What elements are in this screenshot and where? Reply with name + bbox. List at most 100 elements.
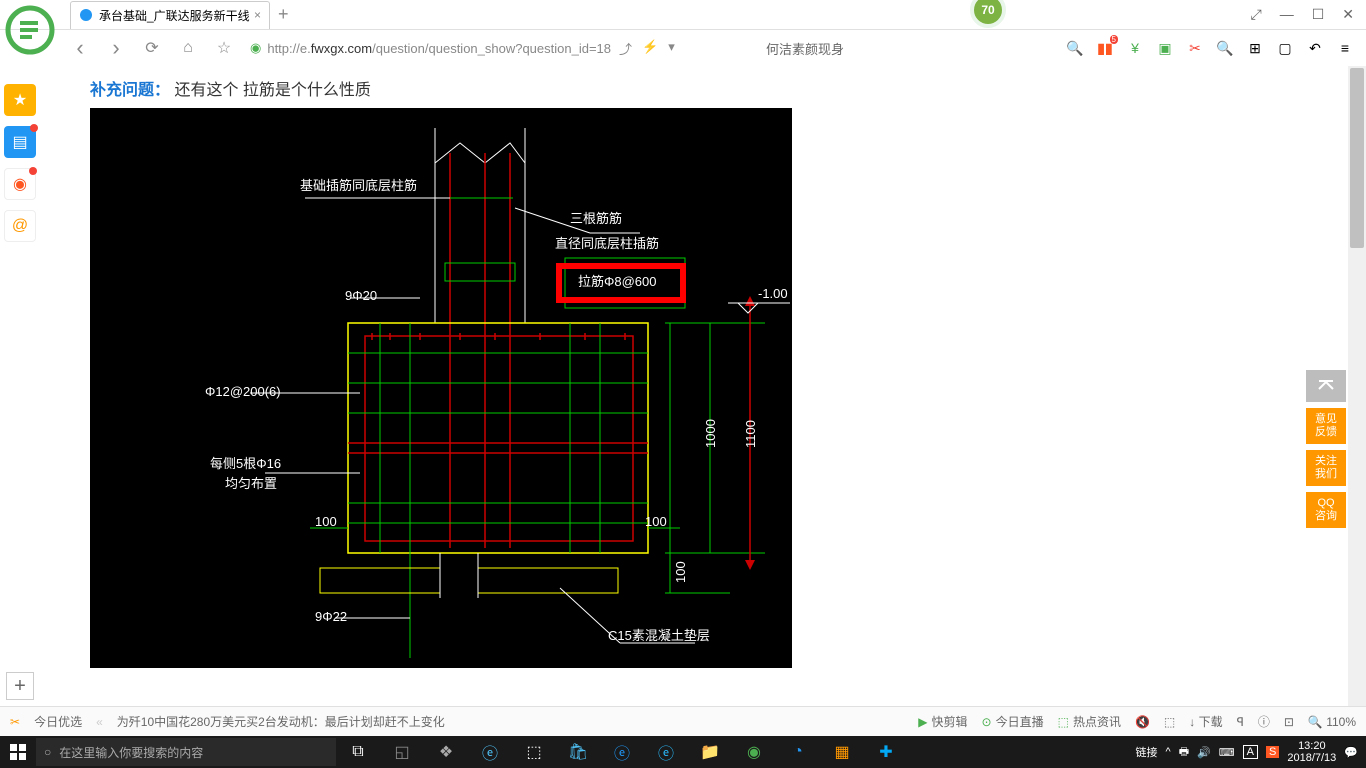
tray-keyboard-icon[interactable]: ⌨ [1219, 746, 1235, 759]
tray-clock[interactable]: 13:20 2018/7/13 [1287, 740, 1336, 764]
app9-icon[interactable]: ◔ [776, 736, 820, 768]
tray-ime-s-icon[interactable]: S [1266, 746, 1279, 758]
start-button[interactable] [0, 736, 36, 768]
ext2-icon[interactable]: ¥ [1126, 39, 1144, 57]
ie-icon[interactable]: ⓔ [644, 736, 688, 768]
ext8-icon[interactable]: ↶ [1306, 39, 1324, 57]
search-suggestion[interactable]: 何洁素颜现身 [766, 39, 844, 58]
cad-label-2: 三根筋筋 [570, 211, 622, 226]
ext7-icon[interactable]: ▢ [1276, 39, 1294, 57]
edge2-icon[interactable]: ⓔ [600, 736, 644, 768]
qq-button[interactable]: QQ 咨询 [1306, 492, 1346, 528]
tray-volume-icon[interactable]: 🔊 [1197, 746, 1211, 759]
forward-button[interactable]: › [106, 38, 126, 58]
edge-icon[interactable]: ⓔ [468, 736, 512, 768]
tray-ime-a-icon[interactable]: A [1243, 745, 1258, 759]
pip-icon[interactable]: ꟼ [1237, 715, 1244, 729]
tray-chevron-icon[interactable]: ^ [1166, 746, 1171, 758]
cad-dim-100r: 100 [645, 514, 667, 529]
question-label: 补充问题： [90, 82, 170, 99]
reload-button[interactable]: ⟳ [142, 38, 162, 58]
search-icon[interactable]: 🔍 [1066, 39, 1084, 57]
hotnews-link[interactable]: ⬚热点资讯 [1058, 713, 1121, 730]
app1-icon[interactable]: ◱ [380, 736, 424, 768]
clip-icon[interactable]: ✂ [10, 715, 20, 729]
scroll-top-button[interactable] [1306, 370, 1346, 402]
zoom-level[interactable]: 🔍 110% [1308, 715, 1356, 729]
cad-label-3: 直径同底层柱插筋 [555, 236, 659, 251]
browser-logo[interactable] [0, 0, 60, 60]
tab-favicon-icon [79, 8, 93, 22]
fav-icon[interactable]: ⬚ [1164, 715, 1175, 729]
news-ticker[interactable]: 为歼10中国花280万美元买2台发动机：最后计划却赶不上变化 [117, 713, 445, 730]
dropdown-icon[interactable]: ▾ [668, 39, 675, 58]
today-picks[interactable]: 今日优选 [34, 713, 82, 730]
cad-label-6: Φ12@200(6) [205, 384, 281, 399]
tray-link-text[interactable]: 链接 [1136, 744, 1158, 760]
live-link[interactable]: ⊙今日直播 [982, 713, 1044, 730]
window-minimize-icon[interactable]: — [1280, 6, 1294, 23]
back-button[interactable]: ‹ [70, 38, 90, 58]
taskbar: ○ 在这里输入你要搜索的内容 ⧉ ◱ ❖ ⓔ ⬚ 🛍 ⓔ ⓔ 📁 ◉ ◔ ▦ ✚… [0, 736, 1366, 768]
url-prefix: http://e. [267, 41, 310, 56]
score-badge[interactable]: 70 [970, 0, 1006, 28]
add-panel-button[interactable]: + [6, 672, 34, 700]
share-icon[interactable]: ⤴ [619, 39, 632, 58]
menu-icon[interactable]: ≡ [1336, 39, 1354, 57]
titlebar: 承台基础_广联达服务新干线 × + 70 ⤢ — ☐ ✕ [0, 0, 1366, 30]
url-input[interactable]: ◉ http://e.fwxgx.com/question/question_s… [250, 39, 710, 58]
store-icon[interactable]: 🛍 [556, 736, 600, 768]
scrollbar-thumb[interactable] [1350, 68, 1364, 248]
app10-icon[interactable]: ▦ [820, 736, 864, 768]
window-icon[interactable]: ⊡ [1284, 715, 1294, 729]
cad-dim-100b: 100 [673, 561, 688, 583]
app4-icon[interactable]: ⬚ [512, 736, 556, 768]
cad-label-7: 每侧5根Φ16 [210, 456, 281, 471]
window-pin-icon[interactable]: ⤢ [1251, 6, 1262, 23]
ext6-icon[interactable]: ⊞ [1246, 39, 1264, 57]
taskbar-search[interactable]: ○ 在这里输入你要搜索的内容 [36, 738, 336, 766]
addressbar: ‹ › ⟳ ⌂ ☆ ◉ http://e.fwxgx.com/question/… [0, 30, 1366, 66]
tab-close-icon[interactable]: × [254, 8, 261, 22]
cad-dim-100l: 100 [315, 514, 337, 529]
cad-dim-1000: 1000 [703, 419, 718, 448]
download-link[interactable]: ↓ 下载 [1189, 713, 1222, 730]
ext1-icon[interactable]: ▮▮5 [1096, 39, 1114, 57]
search-placeholder: 在这里输入你要搜索的内容 [59, 744, 203, 761]
mute-icon[interactable]: 🔇 [1135, 715, 1150, 729]
news-icon[interactable]: ▤ [4, 126, 36, 158]
flash-icon[interactable]: ⚡ [642, 39, 658, 58]
window-close-icon[interactable]: ✕ [1342, 6, 1354, 23]
email-icon[interactable]: @ [4, 210, 36, 242]
quickedit-link[interactable]: ▶快剪辑 [918, 713, 967, 730]
app11-icon[interactable]: ✚ [864, 736, 908, 768]
tray-notifications-icon[interactable]: 💬 [1344, 746, 1358, 759]
url-path: /question/question_show?question_id=18 [372, 41, 611, 56]
weibo-icon[interactable]: ◉ [4, 168, 36, 200]
home-button[interactable]: ⌂ [178, 38, 198, 58]
site-icon: ◉ [250, 40, 261, 56]
ext4-icon[interactable]: ✂ [1186, 39, 1204, 57]
taskview-icon[interactable]: ⧉ [336, 736, 380, 768]
url-actions: ⤴ ⚡ ▾ [619, 39, 675, 58]
favorite-button[interactable]: ☆ [214, 38, 234, 58]
tray-printer-icon[interactable]: 🖶 [1179, 743, 1189, 762]
ext5-icon[interactable]: 🔍 [1216, 39, 1234, 57]
explorer-icon[interactable]: 📁 [688, 736, 732, 768]
info-icon[interactable]: ⓘ [1258, 713, 1270, 730]
browser-tab[interactable]: 承台基础_广联达服务新干线 × [70, 1, 270, 29]
ext3-icon[interactable]: ▣ [1156, 39, 1174, 57]
tab-title: 承台基础_广联达服务新干线 [99, 7, 250, 24]
360-icon[interactable]: ◉ [732, 736, 776, 768]
taskbar-apps: ⧉ ◱ ❖ ⓔ ⬚ 🛍 ⓔ ⓔ 📁 ◉ ◔ ▦ ✚ [336, 736, 908, 768]
cad-dim-1100: 1100 [743, 420, 758, 448]
window-maximize-icon[interactable]: ☐ [1312, 6, 1325, 23]
app2-icon[interactable]: ❖ [424, 736, 468, 768]
vertical-scrollbar[interactable] [1348, 66, 1366, 706]
new-tab-button[interactable]: + [278, 4, 289, 25]
favorites-icon[interactable]: ★ [4, 84, 36, 116]
follow-button[interactable]: 关注 我们 [1306, 450, 1346, 486]
cad-label-1: 基础插筋同底层柱筋 [300, 178, 417, 193]
page-content: 补充问题： 还有这个 拉筋是个什么性质 [40, 66, 1348, 706]
feedback-button[interactable]: 意见 反馈 [1306, 408, 1346, 444]
